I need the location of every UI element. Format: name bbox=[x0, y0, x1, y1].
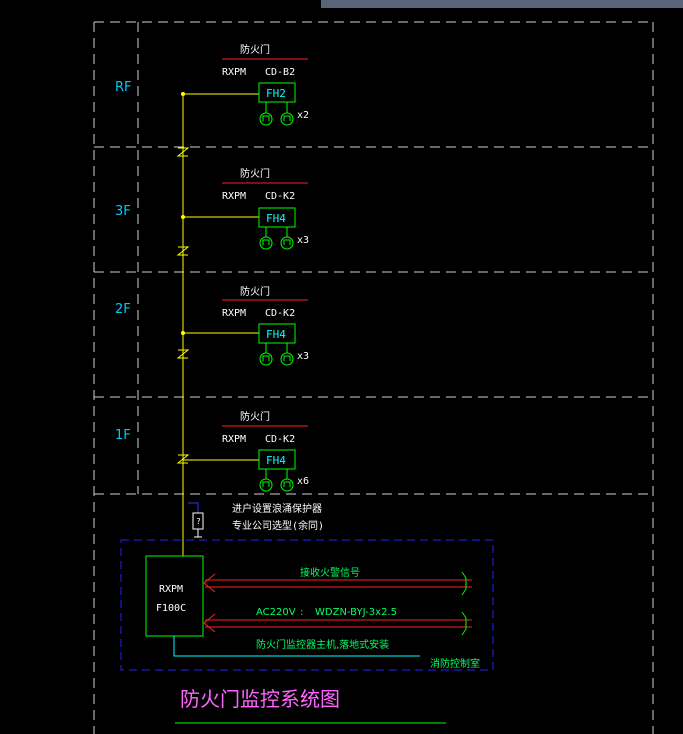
floor-3f: 3F 防火门 RXPM CD-K2 FH4 x3 bbox=[115, 167, 309, 250]
floor-label: RF bbox=[115, 80, 132, 95]
surge-note-line2: 专业公司选型(余同) bbox=[232, 519, 324, 532]
fh-box-label: FH2 bbox=[266, 87, 286, 100]
model-text: RXPM bbox=[222, 308, 246, 319]
fire-alarm-label: 接收火警信号 bbox=[300, 566, 360, 579]
floor-label: 1F bbox=[115, 428, 131, 443]
surge-protector-icon: ? bbox=[188, 502, 204, 538]
floor-label: 3F bbox=[115, 204, 131, 219]
fh-box-label: FH4 bbox=[266, 212, 286, 225]
floor-label: 2F bbox=[115, 302, 131, 317]
floor-1f: 1F 防火门 RXPM CD-K2 FH4 x6 bbox=[115, 410, 309, 492]
model-text: RXPM bbox=[222, 191, 246, 202]
input-terminal-icons bbox=[461, 571, 467, 636]
drawing-title: 防火门监控系统图 bbox=[180, 687, 340, 711]
surge-note-line1: 进户设置浪涌保护器 bbox=[232, 502, 322, 515]
model-text: RXPM bbox=[222, 67, 246, 78]
qty-text: x2 bbox=[297, 110, 309, 121]
code-text: CD-B2 bbox=[265, 67, 295, 78]
door-sensor-icons bbox=[259, 469, 294, 492]
room-label: 消防控制室 bbox=[430, 657, 480, 670]
system-diagram: RF 防火门 RXPM CD-B2 FH2 x2 3F 防火门 RXPM CD-… bbox=[93, 21, 654, 734]
fh-box-label: FH4 bbox=[266, 328, 286, 341]
power-prefix: AC220V bbox=[256, 607, 296, 618]
door-sensor-icons bbox=[259, 102, 294, 126]
qty-text: x6 bbox=[297, 476, 309, 487]
controller-line1: RXPM bbox=[159, 584, 183, 595]
door-title: 防火门 bbox=[240, 285, 270, 298]
power-cable-spec: WDZN-BYJ-3x2.5 bbox=[315, 607, 397, 618]
code-text: CD-K2 bbox=[265, 191, 295, 202]
fh-box-label: FH4 bbox=[266, 454, 286, 467]
door-title: 防火门 bbox=[240, 43, 270, 56]
floor-rf: RF 防火门 RXPM CD-B2 FH2 x2 bbox=[115, 43, 309, 126]
model-text: RXPM bbox=[222, 434, 246, 445]
svg-text:?: ? bbox=[196, 517, 201, 526]
riser-wire bbox=[182, 93, 259, 556]
code-text: CD-K2 bbox=[265, 308, 295, 319]
qty-text: x3 bbox=[297, 235, 309, 246]
qty-text: x3 bbox=[297, 351, 309, 362]
door-title: 防火门 bbox=[240, 167, 270, 180]
power-separator: : bbox=[300, 607, 303, 618]
cad-drawing-canvas: RF 防火门 RXPM CD-B2 FH2 x2 3F 防火门 RXPM CD-… bbox=[0, 0, 683, 734]
floor-2f: 2F 防火门 RXPM CD-K2 FH4 x3 bbox=[115, 285, 309, 366]
door-sensor-icons bbox=[259, 227, 294, 250]
door-sensor-icons bbox=[259, 343, 294, 366]
door-title: 防火门 bbox=[240, 410, 270, 423]
controller-line2: F100C bbox=[156, 603, 186, 614]
host-install-note: 防火门监控器主机,落地式安装 bbox=[256, 638, 389, 651]
code-text: CD-K2 bbox=[265, 434, 295, 445]
controller-box bbox=[145, 555, 204, 637]
